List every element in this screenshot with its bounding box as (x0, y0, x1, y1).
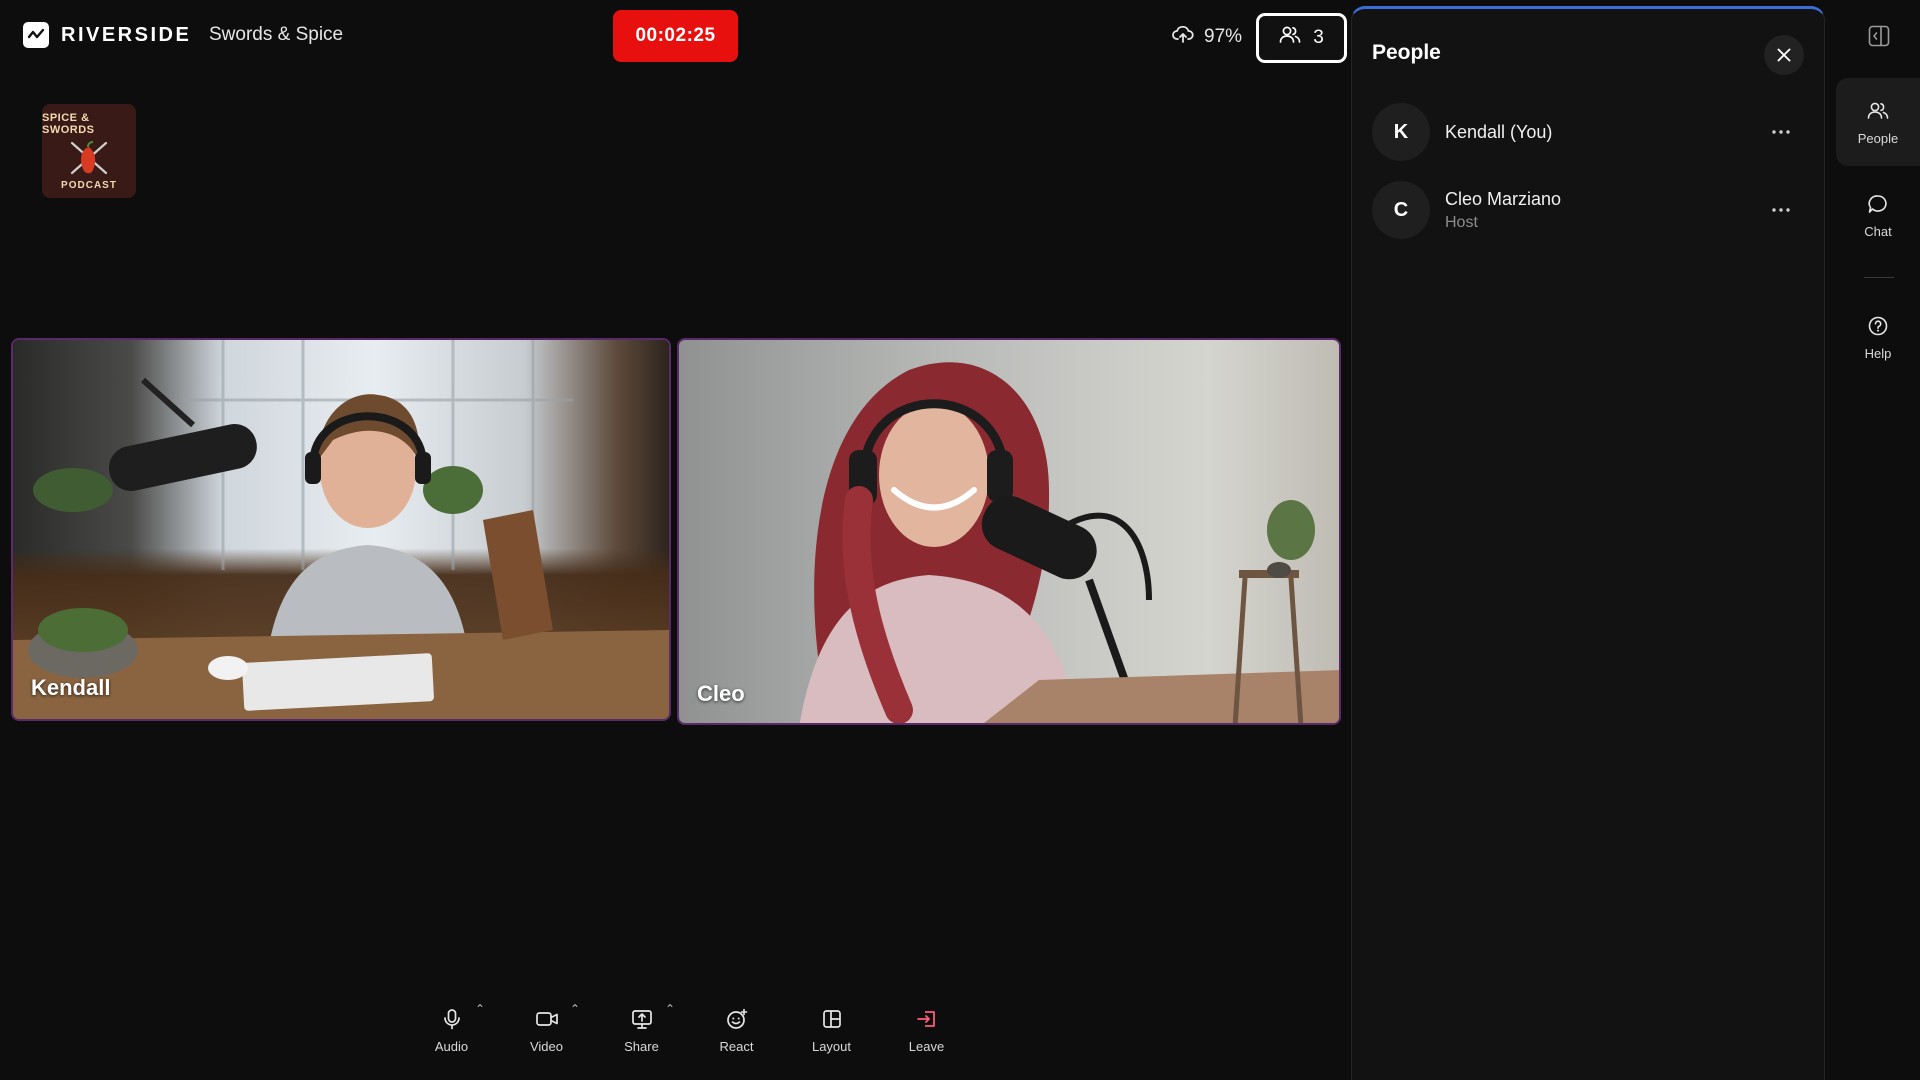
close-panel-button[interactable] (1764, 35, 1804, 75)
participant-row[interactable]: K Kendall (You) (1372, 103, 1806, 161)
rail-divider (1864, 277, 1894, 278)
chat-icon (1866, 192, 1890, 216)
rail-help-label: Help (1864, 346, 1892, 361)
riverside-logo-icon (23, 22, 49, 48)
video-button[interactable]: ⌃ Video (499, 1002, 594, 1054)
side-rail: People Chat Help (1836, 0, 1920, 1080)
video-label: Video (529, 1039, 563, 1054)
camera-icon (534, 1006, 560, 1032)
brand-name: RIVERSIDE (61, 23, 192, 46)
rail-help-button[interactable]: Help (1836, 314, 1920, 361)
tile-name-kendall: Kendall (31, 675, 111, 700)
rail-chat-label: Chat (1864, 224, 1892, 239)
session-title: Swords & Spice (209, 24, 344, 45)
upload-percent: 97% (1204, 26, 1243, 47)
participant-count: 3 (1313, 27, 1324, 48)
podcast-logo: SPICE & SWORDS PODCAST (42, 104, 136, 198)
layout-label: Layout (811, 1039, 852, 1054)
avatar: K (1372, 103, 1430, 161)
ellipsis-icon (1772, 208, 1790, 212)
emoji-icon (724, 1006, 750, 1032)
leave-icon (914, 1006, 940, 1032)
video-options-caret-icon[interactable]: ⌃ (570, 1002, 580, 1016)
layout-icon (819, 1006, 845, 1032)
more-options-button[interactable] (1766, 117, 1796, 147)
brand: RIVERSIDE (23, 22, 191, 48)
audio-options-caret-icon[interactable]: ⌃ (475, 1002, 485, 1016)
call-controls: ⌃ Audio ⌃ Video ⌃ Share React Layout Lea… (404, 1002, 974, 1054)
sidebar-toggle-icon (1868, 25, 1890, 47)
people-panel: People K Kendall (You) C Cleo Marziano H… (1351, 6, 1825, 1080)
cleo-video-scene (799, 362, 1339, 723)
recording-timer[interactable]: 00:02:25 (613, 10, 738, 62)
layout-button[interactable]: Layout (784, 1006, 879, 1054)
participant-role: Host (1445, 213, 1478, 231)
share-button[interactable]: ⌃ Share (594, 1002, 689, 1054)
help-icon (1866, 314, 1890, 338)
video-tile-cleo[interactable]: Cleo (677, 338, 1341, 725)
participant-row[interactable]: C Cleo Marziano Host (1372, 181, 1806, 239)
podcast-logo-top-text: SPICE & SWORDS (42, 111, 95, 136)
toggle-sidebar-button[interactable] (1867, 24, 1891, 48)
audio-button[interactable]: ⌃ Audio (404, 1002, 499, 1054)
podcast-logo-bottom-text: PODCAST (61, 179, 117, 191)
close-icon (1777, 48, 1791, 62)
share-options-caret-icon[interactable]: ⌃ (665, 1002, 675, 1016)
mic-icon (439, 1006, 465, 1032)
participant-name: Kendall (You) (1445, 121, 1553, 142)
participant-name: Cleo Marziano (1445, 188, 1562, 209)
panel-title: People (1372, 41, 1441, 64)
upload-status[interactable]: 97% (1172, 24, 1242, 50)
rail-people-button[interactable]: People (1836, 78, 1920, 166)
cloud-upload-icon (1172, 24, 1194, 50)
avatar: C (1372, 181, 1430, 239)
rail-chat-button[interactable]: Chat (1836, 192, 1920, 239)
more-options-button[interactable] (1766, 195, 1796, 225)
participant-info: Cleo Marziano Host (1445, 189, 1561, 232)
react-label: React (719, 1039, 754, 1054)
rail-people-label: People (1857, 130, 1899, 146)
react-button[interactable]: React (689, 1006, 784, 1054)
participant-info: Kendall (You) (1445, 122, 1552, 143)
riverside-studio: RIVERSIDE Swords & Spice 00:02:25 97% 3 … (0, 0, 1920, 1080)
people-icon (1279, 25, 1301, 51)
people-icon (1866, 99, 1890, 123)
kendall-video-scene (13, 340, 669, 719)
share-screen-icon (629, 1006, 655, 1032)
ellipsis-icon (1772, 130, 1790, 134)
chili-swords-icon (70, 140, 108, 174)
audio-label: Audio (434, 1039, 469, 1054)
video-tile-kendall[interactable]: Kendall (11, 338, 671, 721)
share-label: Share (624, 1039, 659, 1054)
leave-label: Leave (908, 1039, 945, 1054)
leave-button[interactable]: Leave (879, 1006, 974, 1054)
participants-button[interactable]: 3 (1256, 13, 1347, 63)
tile-name-cleo: Cleo (697, 681, 745, 706)
